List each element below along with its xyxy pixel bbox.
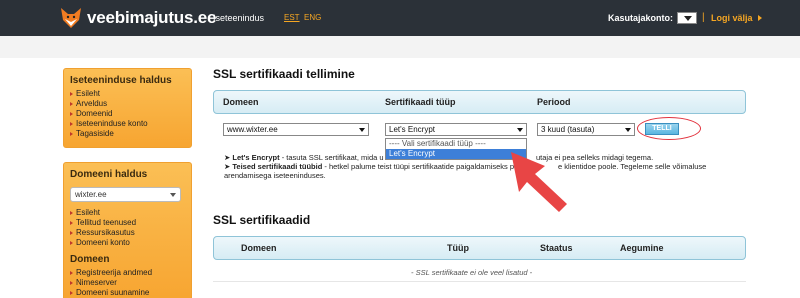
col-expiry-header: Aegumine bbox=[620, 243, 664, 253]
top-navigation-bar: veebimajutus.ee Iseteenindus EST ENG Kas… bbox=[0, 0, 800, 36]
lang-est-link[interactable]: EST bbox=[284, 13, 300, 22]
certs-section-title: SSL sertifikaadid bbox=[213, 213, 311, 227]
subheader-band bbox=[0, 36, 800, 58]
logout-link[interactable]: Logi välja bbox=[711, 13, 753, 23]
chevron-down-icon bbox=[359, 128, 365, 132]
sidebar-item-domain-home[interactable]: Esileht bbox=[70, 208, 185, 218]
chevron-down-icon bbox=[517, 128, 523, 132]
sidebar-item-redirect[interactable]: Domeeni suunamine bbox=[70, 288, 185, 298]
sidebar-item-resource-usage[interactable]: Ressursikasutus bbox=[70, 228, 185, 238]
desc-bold: Teised sertifikaadi tüübid bbox=[232, 162, 323, 171]
bullet-arrow-icon: ➤ bbox=[224, 153, 231, 162]
col-domain-header: Domeen bbox=[223, 97, 259, 107]
sidebar-item-home[interactable]: Esileht bbox=[70, 89, 185, 99]
certificate-type-value: Let's Encrypt bbox=[389, 125, 435, 134]
empty-state-text: - SSL sertifikaate ei ole veel lisatud - bbox=[411, 268, 533, 277]
sidebar-item-ordered-services[interactable]: Tellitud teenused bbox=[70, 218, 185, 228]
header-separator: | bbox=[702, 12, 705, 23]
chevron-down-icon bbox=[625, 128, 631, 132]
divider bbox=[213, 281, 746, 282]
desc-bold: Let's Encrypt bbox=[232, 153, 280, 162]
lang-eng-link[interactable]: ENG bbox=[304, 13, 321, 22]
sidebar-item-billing[interactable]: Arveldus bbox=[70, 99, 185, 109]
domain-select-field[interactable]: www.wixter.ee bbox=[223, 123, 369, 136]
domain-select-value: wixter.ee bbox=[75, 190, 107, 199]
highlight-circle bbox=[637, 117, 701, 140]
bullet-arrow-icon: ➤ bbox=[224, 162, 231, 171]
sidebar-self-service-box: Iseteeninduse haldus Esileht Arveldus Do… bbox=[63, 68, 192, 148]
desc-line-2: ➤ Teised sertifikaadi tüübid - hetkel pa… bbox=[224, 162, 514, 171]
logout-arrow-icon bbox=[758, 15, 762, 21]
desc-line-3: arendamisega iseteeninduses. bbox=[224, 171, 326, 180]
chevron-down-icon bbox=[170, 193, 176, 197]
desc-line-1: ➤ Let's Encrypt - tasuta SSL sertifikaat… bbox=[224, 153, 384, 162]
sidebar-box-title: Domeeni haldus bbox=[70, 169, 148, 180]
site-logo[interactable]: veebimajutus.ee bbox=[59, 6, 216, 30]
sidebar-item-nameserver[interactable]: Nimeserver bbox=[70, 278, 185, 288]
annotation-arrow-icon bbox=[511, 152, 567, 212]
period-value: 3 kuud (tasuta) bbox=[541, 125, 595, 134]
account-select[interactable] bbox=[677, 12, 697, 24]
period-select[interactable]: 3 kuud (tasuta) bbox=[537, 123, 635, 136]
account-label: Kasutajakonto: bbox=[608, 13, 674, 23]
certs-table-header: Domeen Tüüp Staatus Aegumine bbox=[213, 236, 746, 260]
order-section-title: SSL sertifikaadi tellimine bbox=[213, 67, 355, 81]
col-period-header: Periood bbox=[537, 97, 571, 107]
sidebar-item-domain-account[interactable]: Domeeni konto bbox=[70, 238, 185, 248]
sidebar-item-account[interactable]: Iseteeninduse konto bbox=[70, 119, 185, 129]
nav-self-service[interactable]: Iseteenindus bbox=[213, 13, 264, 23]
logo-text: veebimajutus.ee bbox=[87, 8, 217, 27]
sidebar-domain-box: Domeeni haldus wixter.ee Esileht Tellitu… bbox=[63, 162, 192, 298]
desc-text: - tasuta SSL sertifikaat, mida u bbox=[279, 153, 384, 162]
sidebar-section-title: Domeen bbox=[70, 254, 110, 265]
sidebar-item-feedback[interactable]: Tagasiside bbox=[70, 129, 185, 139]
sidebar-item-registrant[interactable]: Registreerija andmed bbox=[70, 268, 185, 278]
fox-logo-icon bbox=[59, 6, 83, 30]
domain-select[interactable]: wixter.ee bbox=[70, 187, 181, 202]
col-status-header: Staatus bbox=[540, 243, 573, 253]
order-table-header: Domeen Sertifikaadi tüüp Periood bbox=[213, 90, 746, 114]
col-domain-header: Domeen bbox=[241, 243, 277, 253]
desc-text: - hetkel palume teist tüüpi sertifikaati… bbox=[322, 162, 515, 171]
col-type-header: Sertifikaadi tüüp bbox=[385, 97, 456, 107]
sidebar-box-title: Iseteeninduse haldus bbox=[70, 75, 172, 86]
sidebar-item-domains[interactable]: Domeenid bbox=[70, 109, 185, 119]
col-type-header: Tüüp bbox=[447, 243, 469, 253]
certificate-type-select[interactable]: Let's Encrypt bbox=[385, 123, 527, 136]
domain-field-value: www.wixter.ee bbox=[227, 125, 278, 134]
